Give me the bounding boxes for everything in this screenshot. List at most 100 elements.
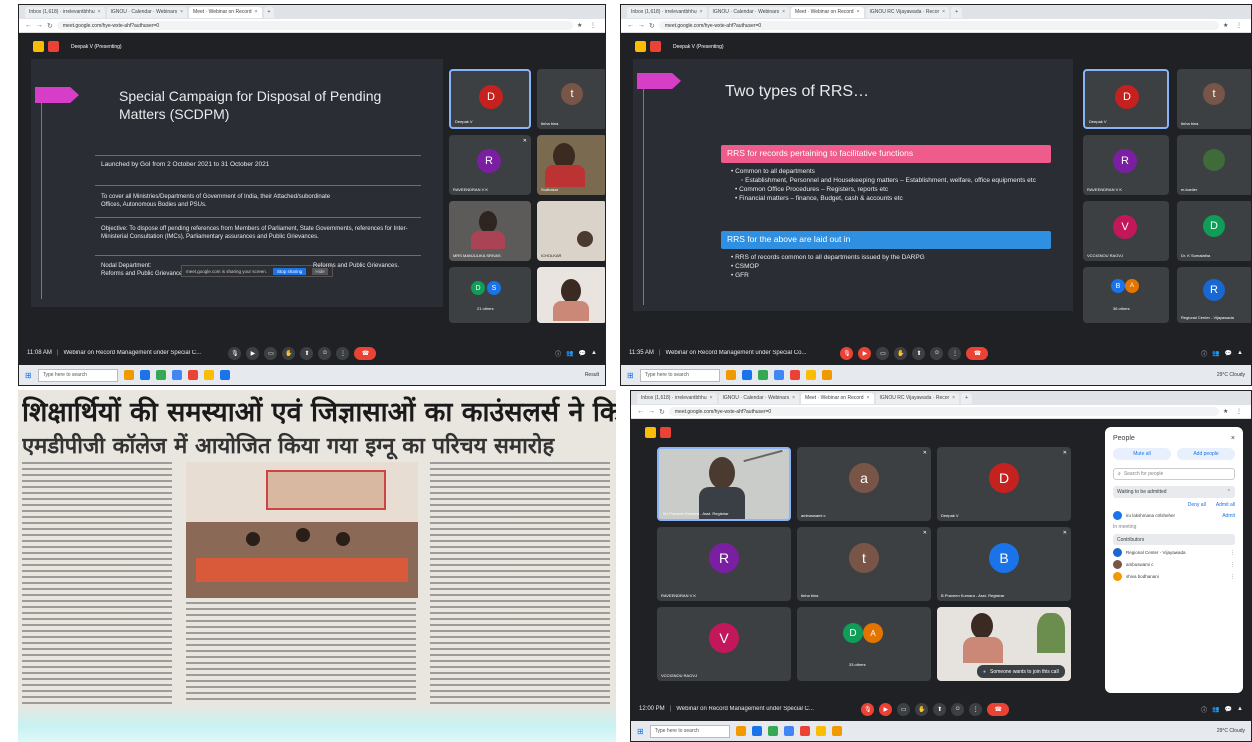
leave-call-button[interactable]: ☎ xyxy=(987,702,1010,716)
new-tab-button[interactable]: + xyxy=(951,6,963,18)
participant-tile[interactable]: R Regional Center - Vijayawada xyxy=(1177,267,1251,323)
camera-button[interactable]: ▶ xyxy=(879,702,893,716)
deny-all-button[interactable]: Deny all xyxy=(1188,502,1206,508)
present-button[interactable]: ⬆ xyxy=(933,702,947,716)
windows-start-icon[interactable]: ⊞ xyxy=(637,727,644,736)
participant-video-tile[interactable]: ICHOLKAR xyxy=(537,201,605,261)
person-row[interactable]: ambuswami c ⋮ xyxy=(1113,560,1235,569)
activities-icon[interactable]: ▲ xyxy=(1237,350,1243,356)
app-icon[interactable] xyxy=(831,726,842,736)
app-icon[interactable] xyxy=(741,370,752,380)
more-icon[interactable]: ⋮ xyxy=(1230,550,1235,556)
more-options-button[interactable]: ⋮ xyxy=(336,346,350,360)
participant-tile[interactable]: ✕ R RAVEENDRAN V K xyxy=(449,135,531,195)
raise-hand-button[interactable]: ✋ xyxy=(894,346,908,360)
info-icon[interactable]: ⓘ xyxy=(555,349,561,358)
chat-icon[interactable]: 💬 xyxy=(579,350,586,357)
join-request-toast[interactable]: ● Someone wants to join this call xyxy=(977,665,1065,678)
chat-icon[interactable]: 💬 xyxy=(1225,706,1232,713)
participant-tile[interactable]: V VCCIGNOU RAOVJ xyxy=(657,607,791,681)
app-icon[interactable] xyxy=(735,726,746,736)
layout-icon[interactable] xyxy=(33,41,44,52)
browser-tab[interactable]: IGNOU · Calendar · Webinars × xyxy=(106,6,188,18)
browser-tab-active[interactable]: Meet · Webinar on Record × xyxy=(189,6,262,18)
app-icon[interactable] xyxy=(139,370,150,380)
participant-tile[interactable]: D Deepak V xyxy=(449,69,531,129)
taskbar-search[interactable]: Type here to search xyxy=(639,368,720,382)
forward-icon[interactable]: → xyxy=(36,22,43,29)
add-people-button[interactable]: Add people xyxy=(1177,448,1235,460)
participant-tile[interactable]: ✕ D Deepak V xyxy=(937,447,1071,521)
raise-hand-button[interactable]: ✋ xyxy=(282,346,296,360)
more-options-button[interactable]: ⋮ xyxy=(948,346,962,360)
extension-icons[interactable]: ★ ⋮ xyxy=(1223,22,1245,29)
reload-icon[interactable]: ↻ xyxy=(659,408,665,416)
people-icon[interactable]: 👥 xyxy=(1212,350,1219,357)
app-icon[interactable] xyxy=(799,726,810,736)
person-row[interactable]: Regional Center - Vijayawada ⋮ xyxy=(1113,548,1235,557)
emoji-button[interactable]: ☺ xyxy=(318,346,332,360)
participant-tile[interactable]: D Dr. K Somalatha xyxy=(1177,201,1251,261)
browser-tab[interactable]: Inbox (1,618) · irrelevantbhhu × xyxy=(627,6,707,18)
extension-icons[interactable]: ★ ⋮ xyxy=(577,22,599,29)
participant-tile[interactable]: V VCCIGNOU RAOVJ xyxy=(1083,201,1169,261)
people-search-input[interactable]: ⌕ Search for people xyxy=(1113,468,1235,480)
person-row[interactable]: shiva bodhanani ⋮ xyxy=(1113,572,1235,581)
more-options-button[interactable]: ⋮ xyxy=(969,702,983,716)
browser-tab[interactable]: IGNOU · Calendar · Webinars × xyxy=(718,392,800,404)
back-icon[interactable]: ← xyxy=(627,22,634,29)
admit-button[interactable]: Admit xyxy=(1222,513,1235,519)
emoji-button[interactable]: ☺ xyxy=(951,702,965,716)
participant-tile[interactable]: ✕ t tinha bina xyxy=(797,527,931,601)
app-icon[interactable] xyxy=(219,370,230,380)
layout-icon[interactable] xyxy=(635,41,646,52)
leave-call-button[interactable]: ☎ xyxy=(354,346,377,360)
weather-status[interactable]: 29°C Cloudy xyxy=(1217,728,1245,734)
app-icon[interactable] xyxy=(725,370,736,380)
app-icon[interactable] xyxy=(821,370,832,380)
stop-sharing-button[interactable]: Stop sharing xyxy=(273,267,307,275)
self-video-tile[interactable] xyxy=(537,267,605,323)
back-icon[interactable]: ← xyxy=(637,408,644,415)
browser-tab[interactable]: IGNOU · Calendar · Webinars × xyxy=(708,6,790,18)
taskbar-search[interactable]: Type here to search xyxy=(37,368,118,382)
address-bar[interactable]: meet.google.com/hye-wxte-ahf?authuser=0 xyxy=(658,21,1219,30)
back-icon[interactable]: ← xyxy=(25,22,32,29)
captions-button[interactable]: ▭ xyxy=(264,346,278,360)
browser-tab[interactable]: IGNOU RC Vijayawada · Recor × xyxy=(875,392,960,404)
layout-icon[interactable] xyxy=(645,427,656,438)
participant-tile[interactable]: D S 21 others xyxy=(449,267,531,323)
info-icon[interactable]: ⓘ xyxy=(1201,349,1207,358)
participant-video-tile[interactable]: Sudhakar xyxy=(537,135,605,195)
participant-tile[interactable]: m.lcarlier xyxy=(1177,135,1251,195)
app-icon[interactable] xyxy=(789,370,800,380)
emoji-button[interactable]: ☺ xyxy=(930,346,944,360)
camera-button[interactable]: ▶ xyxy=(246,346,260,360)
participant-tile[interactable]: D A 33 others xyxy=(797,607,931,681)
app-icon[interactable] xyxy=(155,370,166,380)
present-button[interactable]: ⬆ xyxy=(300,346,314,360)
app-icon[interactable] xyxy=(815,726,826,736)
mic-button[interactable]: 🎙 xyxy=(228,346,242,360)
info-icon[interactable]: ⓘ xyxy=(1201,705,1207,714)
browser-tab-active[interactable]: Meet · Webinar on Record × xyxy=(791,6,864,18)
participant-tile[interactable]: ✕ a ambuswami c xyxy=(797,447,931,521)
browser-tab-active[interactable]: Meet · Webinar on Record × xyxy=(801,392,874,404)
present-button[interactable]: ⬆ xyxy=(912,346,926,360)
browser-tab[interactable]: Inbox (1,618) · irrelevantbhhu × xyxy=(25,6,105,18)
app-icon[interactable] xyxy=(767,726,778,736)
app-icon[interactable] xyxy=(783,726,794,736)
chat-icon[interactable]: 💬 xyxy=(1225,350,1232,357)
forward-icon[interactable]: → xyxy=(638,22,645,29)
address-bar[interactable]: meet.google.com/hye-wxte-ahf?authuser=0 xyxy=(668,407,1219,416)
reload-icon[interactable]: ↻ xyxy=(649,22,655,30)
windows-start-icon[interactable]: ⊞ xyxy=(627,371,634,380)
more-icon[interactable]: ⋮ xyxy=(1230,574,1235,580)
close-icon[interactable]: × xyxy=(1231,435,1235,442)
forward-icon[interactable]: → xyxy=(648,408,655,415)
app-icon[interactable] xyxy=(805,370,816,380)
new-tab-button[interactable]: + xyxy=(961,392,973,404)
participant-tile[interactable]: D Deepak V xyxy=(1083,69,1169,129)
participant-tile[interactable]: t tinha bina xyxy=(537,69,605,129)
participant-tile[interactable]: ✕ B B.Praveen Kumara - Asst. Registrar xyxy=(937,527,1071,601)
